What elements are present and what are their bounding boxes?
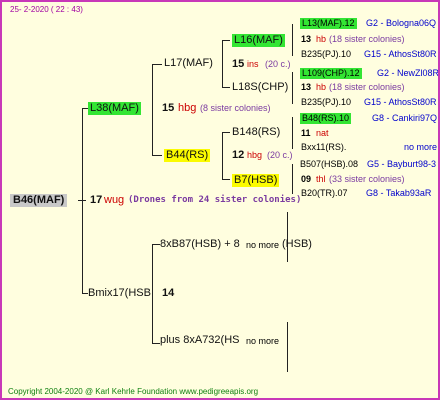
qff-father-line: G8 - Takab93aR bbox=[366, 188, 432, 198]
root-note: (Drones from 24 sister colonies) bbox=[128, 195, 302, 205]
qf-vertical bbox=[222, 132, 223, 180]
root-year: 17 bbox=[90, 194, 103, 206]
qf-node[interactable]: B44(RS) bbox=[164, 149, 211, 162]
qmm-breed: hb bbox=[316, 34, 327, 44]
drone-vertical bbox=[152, 244, 153, 344]
qfm-connector bbox=[222, 132, 230, 133]
qmf-year: 13 bbox=[301, 82, 312, 92]
qf-year: 12 bbox=[232, 149, 245, 161]
qmf-note: (18 sister colonies) bbox=[329, 82, 405, 92]
qff-bracket bbox=[292, 164, 293, 194]
queen-note: (8 sister colonies) bbox=[200, 103, 271, 113]
qf-note: (20 c.) bbox=[267, 150, 293, 160]
queen-node[interactable]: L38(MAF) bbox=[88, 102, 141, 115]
qmm-father-line: G15 - AthosSt80R bbox=[364, 49, 437, 59]
qff-mother[interactable]: B507(HSB).08 bbox=[300, 160, 358, 169]
footer-copyright: Copyright 2004-2020 @ Karl Kehrle Founda… bbox=[8, 387, 259, 396]
qff-node[interactable]: B7(HSB) bbox=[232, 174, 280, 187]
qmm-node[interactable]: L16(MAF) bbox=[232, 34, 285, 47]
dm-more: no more bbox=[246, 240, 280, 250]
qff-connector bbox=[222, 179, 230, 180]
qmf-node[interactable]: L18S(CHP) bbox=[232, 82, 288, 93]
qfm-mother-line: G8 - Cankiri97Q bbox=[372, 113, 438, 123]
qfm-father-line: no more bbox=[404, 142, 438, 152]
qmf-bracket bbox=[292, 72, 293, 104]
qff-father[interactable]: B20(TR).07 bbox=[301, 189, 348, 198]
qf-breed: hbg bbox=[247, 150, 263, 160]
qmf-father-line: G15 - AthosSt80R bbox=[364, 97, 437, 107]
header-date: 25- 2-2020 ( 22 : 43) bbox=[10, 5, 83, 14]
qm-note: (20 c.) bbox=[265, 59, 291, 69]
queen-year: 15 bbox=[162, 102, 175, 114]
qfm-bracket bbox=[292, 117, 293, 149]
queen-breed: hbg bbox=[178, 102, 197, 114]
qmm-note: (18 sister colonies) bbox=[329, 34, 405, 44]
df-bracket bbox=[287, 322, 288, 372]
qmf-father[interactable]: B235(PJ).10 bbox=[301, 98, 351, 107]
root-breed: wug bbox=[104, 194, 125, 206]
qmf-mother[interactable]: L109(CHP).12 bbox=[300, 68, 362, 79]
qm-connector bbox=[152, 64, 162, 65]
qm-vertical bbox=[222, 40, 223, 88]
root-queen[interactable]: B46(MAF) bbox=[10, 194, 68, 207]
df-more: no more bbox=[246, 336, 280, 346]
dm-bracket bbox=[287, 212, 288, 262]
drone-year: 14 bbox=[162, 287, 175, 299]
qmm-year: 13 bbox=[301, 34, 312, 44]
df-node[interactable]: plus 8xA732(HS bbox=[160, 335, 240, 346]
qmm-connector bbox=[222, 40, 230, 41]
dm-node[interactable]: 8xB87(HSB) + 8 bbox=[160, 239, 240, 250]
qm-node[interactable]: L17(MAF) bbox=[164, 58, 213, 69]
qfm-breed: nat bbox=[316, 128, 329, 138]
qff-breed: thl bbox=[316, 174, 326, 184]
qmm-bracket bbox=[292, 24, 293, 56]
qfm-mother[interactable]: B48(RS).10 bbox=[300, 113, 352, 124]
qfm-node[interactable]: B148(RS) bbox=[232, 127, 280, 138]
qff-note: (33 sister colonies) bbox=[329, 174, 405, 184]
df-connector bbox=[152, 343, 160, 344]
qfm-father[interactable]: Bxx11(RS). bbox=[301, 143, 346, 152]
qff-year: 09 bbox=[301, 174, 312, 184]
qfm-year: 11 bbox=[301, 128, 311, 138]
qm-breed: ins bbox=[247, 59, 259, 69]
qff-mother-line: G5 - Bayburt98-3 bbox=[367, 159, 437, 169]
qmf-connector bbox=[222, 87, 230, 88]
qf-connector bbox=[152, 155, 162, 156]
qm-year: 15 bbox=[232, 58, 245, 70]
qmf-mother-line: G2 - NewZl08R bbox=[377, 68, 440, 78]
qmm-mother[interactable]: L13(MAF).12 bbox=[300, 18, 357, 29]
pedigree-canvas: 25- 2-2020 ( 22 : 43) Copyright 2004-202… bbox=[0, 0, 440, 400]
qmf-breed: hb bbox=[316, 82, 327, 92]
dm-connector bbox=[152, 244, 160, 245]
qmm-father[interactable]: B235(PJ).10 bbox=[301, 50, 351, 59]
queen-vertical bbox=[152, 64, 153, 156]
dm-tail: (HSB) bbox=[282, 238, 312, 250]
qmm-mother-line: G2 - Bologna06Q bbox=[366, 18, 437, 28]
root-vertical bbox=[82, 108, 83, 294]
drone-node[interactable]: Bmix17(HSB bbox=[88, 288, 151, 299]
